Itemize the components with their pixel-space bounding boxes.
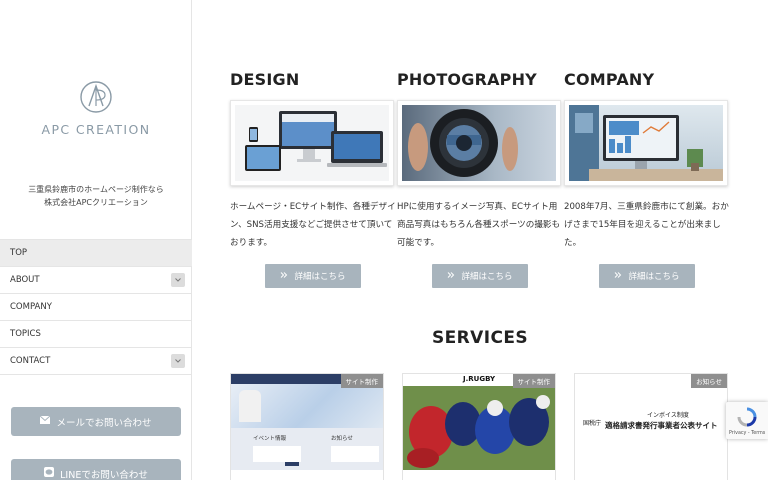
- tagline: 三重県鈴鹿市のホームページ制作なら 株式会社APCクリエーション: [0, 183, 192, 209]
- design-image[interactable]: [230, 100, 394, 186]
- nav-item-contact[interactable]: CONTACT: [0, 348, 192, 375]
- column-text: 2008年7月、三重県鈴鹿市にて創業。おかげさまで15年目を迎えることが出来まし…: [564, 202, 729, 248]
- logo-text: APC CREATION: [41, 122, 151, 137]
- tagline-line-2: 株式会社APCクリエーション: [44, 198, 148, 207]
- line-contact-button[interactable]: LINEでお問い合わせ: [11, 459, 181, 480]
- service-thumbnail: J.RUGBY: [403, 374, 555, 470]
- service-thumbnail: イベント情報 お知らせ: [231, 374, 383, 470]
- thumb-line-1: インボイス制度: [647, 412, 689, 419]
- service-thumbnail: 国税庁 インボイス制度 適格請求書発行事業者公表サイト: [575, 374, 727, 470]
- photography-image[interactable]: [397, 100, 561, 186]
- line-contact-label: LINEでお問い合わせ: [60, 469, 148, 480]
- nav-item-about[interactable]: ABOUT: [0, 267, 192, 294]
- logo[interactable]: APC CREATION: [0, 78, 192, 137]
- thumb-line-2: 適格請求書発行事業者公表サイト: [605, 421, 718, 430]
- column-title: COMPANY: [564, 70, 655, 89]
- double-chevron-right-icon: [614, 271, 622, 282]
- category-badge: お知らせ: [691, 374, 727, 388]
- mail-contact-label: メールでお問い合わせ: [56, 417, 152, 429]
- company-column: COMPANY 2008年7月、三重県鈴鹿市にて創業。おかげさまで15年目を迎え…: [564, 70, 732, 252]
- company-detail-button[interactable]: 詳細はこちら: [599, 264, 695, 288]
- mail-icon: [40, 415, 51, 427]
- nav-item-label: ABOUT: [10, 275, 40, 285]
- rugby-scrum-illustration: [403, 386, 555, 470]
- nav-item-top[interactable]: TOP: [0, 240, 192, 267]
- services-title: SERVICES: [432, 328, 528, 348]
- service-card[interactable]: サイト制作 イベント情報 お知らせ: [230, 373, 384, 480]
- mail-contact-button[interactable]: メールでお問い合わせ: [11, 407, 181, 436]
- thumb-label: 国税庁: [583, 420, 602, 427]
- main-content: DESIGN ホームページ・ECサイト制作、各種デザイン、SNS活用支援などご提…: [192, 0, 768, 480]
- design-column: DESIGN ホームページ・ECサイト制作、各種デザイン、SNS活用支援などご提…: [230, 70, 398, 252]
- nav-item-label: COMPANY: [10, 302, 52, 312]
- recaptcha-icon: [737, 407, 757, 431]
- service-card[interactable]: サイト制作 J.RUGBY: [402, 373, 556, 480]
- design-detail-button[interactable]: 詳細はこちら: [265, 264, 361, 288]
- line-icon: [44, 467, 55, 480]
- lens-illustration: [408, 109, 518, 177]
- recaptcha-links[interactable]: Privacy - Terms: [729, 431, 765, 436]
- double-chevron-right-icon: [447, 271, 455, 282]
- nav-item-label: TOPICS: [10, 329, 41, 339]
- devices-illustration: [245, 111, 387, 171]
- detail-button-label: 詳細はこちら: [628, 272, 680, 282]
- service-card[interactable]: お知らせ 国税庁 インボイス制度 適格請求書発行事業者公表サイト: [574, 373, 728, 480]
- nav-item-company[interactable]: COMPANY: [0, 294, 192, 321]
- nav-item-label: TOP: [10, 248, 28, 258]
- photography-column: PHOTOGRAPHY HPに使用するイメージ写真、ECサイト用商品写真はもちろ…: [397, 70, 565, 252]
- column-title: PHOTOGRAPHY: [397, 70, 537, 89]
- column-title: DESIGN: [230, 70, 300, 89]
- logo-mark-icon: [77, 78, 115, 116]
- thumb-heading: イベント情報: [253, 436, 287, 442]
- detail-button-label: 詳細はこちら: [294, 272, 346, 282]
- nav-item-topics[interactable]: TOPICS: [0, 321, 192, 348]
- chevron-down-icon[interactable]: [171, 273, 185, 287]
- nav-item-label: CONTACT: [10, 356, 51, 366]
- tagline-line-1: 三重県鈴鹿市のホームページ制作なら: [28, 185, 164, 194]
- thumb-logo: J.RUGBY: [463, 375, 496, 383]
- thumb-heading-2: お知らせ: [331, 436, 353, 442]
- double-chevron-right-icon: [280, 271, 288, 282]
- office-illustration: [569, 105, 723, 181]
- company-image[interactable]: [564, 100, 728, 186]
- sidebar: APC CREATION 三重県鈴鹿市のホームページ制作なら 株式会社APCクリ…: [0, 0, 192, 480]
- detail-button-label: 詳細はこちら: [461, 272, 513, 282]
- category-badge: サイト制作: [340, 374, 383, 388]
- column-text: HPに使用するイメージ写真、ECサイト用商品写真はもちろん各種スポーツの撮影も可…: [397, 202, 561, 248]
- main-nav: TOP ABOUT COMPANY TOPICS CONTACT: [0, 239, 192, 375]
- recaptcha-badge[interactable]: Privacy - Terms: [726, 402, 768, 439]
- category-badge: サイト制作: [512, 374, 555, 388]
- column-text: ホームページ・ECサイト制作、各種デザイン、SNS活用支援などご提供させて頂いて…: [230, 202, 396, 248]
- photography-detail-button[interactable]: 詳細はこちら: [432, 264, 528, 288]
- chevron-down-icon[interactable]: [171, 354, 185, 368]
